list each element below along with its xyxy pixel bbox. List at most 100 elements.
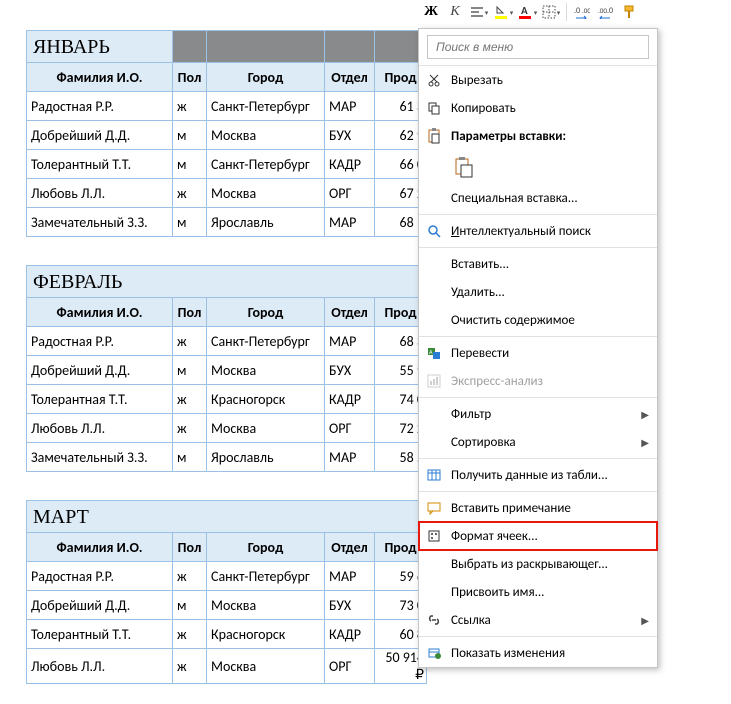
month-title[interactable]: МАРТ: [27, 501, 427, 533]
cell[interactable]: м: [173, 121, 207, 150]
cell[interactable]: Ярославль: [207, 208, 325, 237]
column-header[interactable]: Фамилия И.О.: [27, 298, 173, 327]
cell[interactable]: Москва: [207, 649, 325, 684]
cell[interactable]: Любовь Л.Л.: [27, 649, 173, 684]
cell[interactable]: ж: [173, 414, 207, 443]
cell[interactable]: Добрейший Д.Д.: [27, 121, 173, 150]
cell[interactable]: МАР: [325, 92, 375, 121]
cell[interactable]: Любовь Л.Л.: [27, 414, 173, 443]
cell[interactable]: Санкт-Петербург: [207, 92, 325, 121]
menu-item-dropdown-pick[interactable]: Выбрать из раскрывающег...: [419, 550, 657, 578]
cell[interactable]: БУХ: [325, 356, 375, 385]
cell[interactable]: ж: [173, 179, 207, 208]
increase-decimal-button[interactable]: .0.00: [571, 2, 593, 22]
cell[interactable]: БУХ: [325, 591, 375, 620]
cell[interactable]: м: [173, 443, 207, 472]
cell[interactable]: Москва: [207, 121, 325, 150]
cell[interactable]: БУХ: [325, 121, 375, 150]
cell[interactable]: КАДР: [325, 150, 375, 179]
format-painter-button[interactable]: [619, 2, 641, 22]
month-title[interactable]: ФЕВРАЛЬ: [27, 266, 427, 298]
cell[interactable]: Санкт-Петербург: [207, 327, 325, 356]
cell[interactable]: КАДР: [325, 385, 375, 414]
cell[interactable]: м: [173, 208, 207, 237]
menu-item-show-changes[interactable]: Показать изменения: [419, 639, 657, 667]
cell[interactable]: Москва: [207, 356, 325, 385]
cell[interactable]: КАДР: [325, 620, 375, 649]
column-header[interactable]: Город: [207, 533, 325, 562]
cell[interactable]: МАР: [325, 443, 375, 472]
cell[interactable]: м: [173, 150, 207, 179]
menu-item-filter[interactable]: Фильтр ▶: [419, 400, 657, 428]
cell[interactable]: ж: [173, 649, 207, 684]
column-header[interactable]: Отдел: [325, 533, 375, 562]
cell[interactable]: МАР: [325, 208, 375, 237]
column-header[interactable]: Фамилия И.О.: [27, 63, 173, 92]
menu-search-input[interactable]: [427, 35, 649, 59]
cell[interactable]: Ярославль: [207, 443, 325, 472]
cell[interactable]: Красногорск: [207, 620, 325, 649]
cell[interactable]: Толерантный Т.Т.: [27, 620, 173, 649]
menu-item-sort[interactable]: Сортировка ▶: [419, 428, 657, 456]
selected-cell[interactable]: [325, 31, 375, 63]
menu-item-format-cells[interactable]: Формат ячеек...: [419, 522, 657, 550]
cell[interactable]: Радостная Р.Р.: [27, 92, 173, 121]
column-header[interactable]: Отдел: [325, 63, 375, 92]
cell[interactable]: Санкт-Петербург: [207, 562, 325, 591]
cell[interactable]: ж: [173, 327, 207, 356]
menu-item-smart-lookup[interactable]: Интеллектуальный поиск: [419, 217, 657, 245]
menu-item-translate[interactable]: A Перевести: [419, 339, 657, 367]
cell[interactable]: Москва: [207, 179, 325, 208]
cell[interactable]: Добрейший Д.Д.: [27, 591, 173, 620]
bold-button[interactable]: Ж: [420, 2, 442, 22]
column-header[interactable]: Пол: [173, 63, 207, 92]
selected-cell[interactable]: [207, 31, 325, 63]
menu-item-table-data[interactable]: Получить данные из табли...: [419, 461, 657, 489]
cell[interactable]: Замечательный З.З.: [27, 443, 173, 472]
font-color-button[interactable]: A ▾: [516, 2, 538, 22]
menu-item-assign-name[interactable]: Присвоить имя...: [419, 578, 657, 606]
menu-item-delete[interactable]: Удалить...: [419, 278, 657, 306]
cell[interactable]: м: [173, 356, 207, 385]
cell[interactable]: ж: [173, 562, 207, 591]
column-header[interactable]: Фамилия И.О.: [27, 533, 173, 562]
menu-item-copy[interactable]: Копировать: [419, 94, 657, 122]
menu-item-special-paste[interactable]: Специальная вставка...: [419, 184, 657, 212]
menu-item-insert[interactable]: Вставить...: [419, 250, 657, 278]
cell[interactable]: ОРГ: [325, 649, 375, 684]
cell[interactable]: Москва: [207, 414, 325, 443]
cell[interactable]: ОРГ: [325, 179, 375, 208]
cell[interactable]: Толерантная Т.Т.: [27, 385, 173, 414]
selected-cell[interactable]: [173, 31, 207, 63]
decrease-decimal-button[interactable]: .00.0: [595, 2, 617, 22]
cell[interactable]: Санкт-Петербург: [207, 150, 325, 179]
menu-item-link[interactable]: Ссылка ▶: [419, 606, 657, 634]
cell[interactable]: ж: [173, 385, 207, 414]
cell[interactable]: МАР: [325, 327, 375, 356]
column-header[interactable]: Отдел: [325, 298, 375, 327]
cell[interactable]: Радостная Р.Р.: [27, 562, 173, 591]
align-button[interactable]: ▾: [468, 2, 490, 22]
cell[interactable]: ОРГ: [325, 414, 375, 443]
menu-item-clear[interactable]: Очистить содержимое: [419, 306, 657, 334]
menu-item-insert-comment[interactable]: Вставить примечание: [419, 494, 657, 522]
borders-button[interactable]: ▾: [540, 2, 562, 22]
column-header[interactable]: Город: [207, 63, 325, 92]
menu-item-cut[interactable]: Вырезать: [419, 66, 657, 94]
cell[interactable]: Добрейший Д.Д.: [27, 356, 173, 385]
cell[interactable]: ж: [173, 620, 207, 649]
cell[interactable]: МАР: [325, 562, 375, 591]
italic-button[interactable]: К: [444, 2, 466, 22]
paste-option-default[interactable]: [451, 154, 477, 180]
cell[interactable]: Радостная Р.Р.: [27, 327, 173, 356]
cell[interactable]: Замечательный З.З.: [27, 208, 173, 237]
cell[interactable]: Любовь Л.Л.: [27, 179, 173, 208]
column-header[interactable]: Город: [207, 298, 325, 327]
cell[interactable]: Красногорск: [207, 385, 325, 414]
cell[interactable]: м: [173, 591, 207, 620]
cell[interactable]: Москва: [207, 591, 325, 620]
fill-color-button[interactable]: ▾: [492, 2, 514, 22]
cell[interactable]: ж: [173, 92, 207, 121]
column-header[interactable]: Пол: [173, 298, 207, 327]
month-title[interactable]: ЯНВАРЬ: [27, 31, 173, 63]
